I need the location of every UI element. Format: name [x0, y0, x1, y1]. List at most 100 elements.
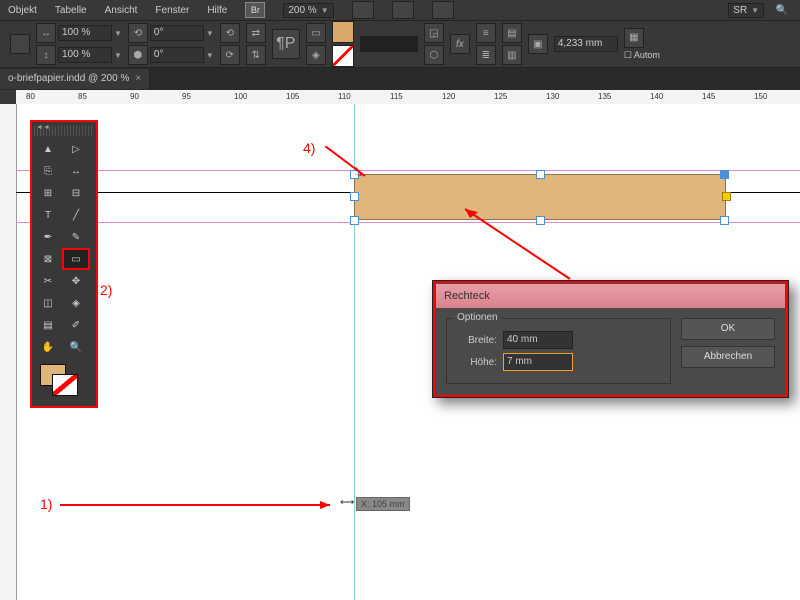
- content-collector-tool[interactable]: ⊞: [34, 182, 62, 204]
- ruler-tick: 120: [442, 92, 455, 101]
- selection-tool[interactable]: ▲: [34, 138, 62, 160]
- scale-x-icon: ↔: [36, 23, 56, 43]
- document-tabs: o-briefpapier.indd @ 200 % ×: [0, 68, 800, 90]
- scale-x-field[interactable]: 100 %: [58, 25, 112, 41]
- ruler-tick: 95: [182, 92, 191, 101]
- stroke-weight-field[interactable]: [360, 36, 418, 52]
- screen-mode-icon[interactable]: [392, 1, 414, 19]
- menu-hilfe[interactable]: Hilfe: [207, 5, 227, 16]
- paragraph-icon[interactable]: ¶P: [272, 29, 300, 59]
- options-group: Optionen Breite: 40 mm Höhe: 7 mm: [446, 318, 671, 384]
- flip-h-icon[interactable]: ⇄: [246, 23, 266, 43]
- menu-fenster[interactable]: Fenster: [155, 5, 189, 16]
- bridge-icon[interactable]: Br: [245, 2, 265, 18]
- ruler-tick: 125: [494, 92, 507, 101]
- ok-button[interactable]: OK: [681, 318, 775, 340]
- close-tab-icon[interactable]: ×: [135, 69, 141, 89]
- stroke-swatch[interactable]: [332, 45, 354, 67]
- gradient-feather-tool[interactable]: ◈: [62, 292, 90, 314]
- type-tool[interactable]: T: [34, 204, 62, 226]
- fill-swatch[interactable]: [332, 21, 354, 43]
- rotate-field[interactable]: 0°: [150, 25, 204, 41]
- text-wrap-2-icon[interactable]: ≣: [476, 45, 496, 65]
- free-transform-tool[interactable]: ✥: [62, 270, 90, 292]
- rotate-cw-icon[interactable]: ⟳: [220, 45, 240, 65]
- menu-ansicht[interactable]: Ansicht: [105, 5, 138, 16]
- ruler-tick: 100: [234, 92, 247, 101]
- ruler-tick: 140: [650, 92, 663, 101]
- flip-v-icon[interactable]: ⇅: [246, 45, 266, 65]
- page-tool[interactable]: ⎘: [34, 160, 62, 182]
- annotation-2: 2): [100, 282, 112, 298]
- search-icon[interactable]: 🔍: [772, 2, 792, 18]
- pencil-tool[interactable]: ✎: [62, 226, 90, 248]
- ruler-tick: 145: [702, 92, 715, 101]
- selection-handle[interactable]: [720, 216, 729, 225]
- text-wrap-1-icon[interactable]: ≡: [476, 23, 496, 43]
- note-tool[interactable]: ▤: [34, 314, 62, 336]
- rotate-ccw-icon[interactable]: ⟲: [220, 23, 240, 43]
- arrow-icon: [460, 204, 580, 284]
- line-tool[interactable]: ╱: [62, 204, 90, 226]
- opts-1-icon[interactable]: ▦: [624, 28, 644, 48]
- ruler-tick: 130: [546, 92, 559, 101]
- annotation-4: 4): [303, 140, 315, 156]
- vertical-ruler[interactable]: [0, 104, 17, 600]
- selection-handle[interactable]: [720, 170, 729, 179]
- ruler-tick: 110: [338, 92, 351, 101]
- selection-handle[interactable]: [350, 192, 359, 201]
- hand-tool[interactable]: ✋: [34, 336, 62, 358]
- content-placer-tool[interactable]: ⊟: [62, 182, 90, 204]
- align-1-icon[interactable]: ▤: [502, 23, 522, 43]
- fx-icon[interactable]: fx: [450, 34, 470, 54]
- workspace-select[interactable]: SR▼: [728, 3, 764, 18]
- view-options-icon[interactable]: [352, 1, 374, 19]
- gap-tool[interactable]: ↔: [62, 160, 90, 182]
- arrow-icon: [325, 146, 375, 186]
- guide-horizontal[interactable]: [16, 222, 800, 223]
- cancel-button[interactable]: Abbrechen: [681, 346, 775, 368]
- rectangle-tool[interactable]: ▭: [62, 248, 90, 270]
- pen-tool[interactable]: ✒: [34, 226, 62, 248]
- selection-handle[interactable]: [350, 216, 359, 225]
- shear-field[interactable]: 0°: [150, 47, 204, 63]
- autom-label[interactable]: ☐ Autom: [624, 50, 660, 61]
- tools-panel[interactable]: ▲▷ ⎘↔ ⊞⊟ T╱ ✒✎ ⊠▭ ✂✥ ◫◈ ▤✐ ✋🔍: [30, 120, 98, 408]
- menu-objekt[interactable]: Objekt: [8, 5, 37, 16]
- tab-title: o-briefpapier.indd @ 200 %: [8, 69, 129, 89]
- direct-selection-tool[interactable]: ▷: [62, 138, 90, 160]
- panel-grip[interactable]: [34, 126, 94, 136]
- color-swatches[interactable]: [34, 362, 94, 402]
- eyedropper-tool[interactable]: ✐: [62, 314, 90, 336]
- control-panel: ↔100 %▼ ↕100 %▼ ⟲0°▼ ⬢0°▼ ⟲ ⟳ ⇄ ⇅ ¶P ▭ ◈…: [0, 20, 800, 68]
- align-2-icon[interactable]: ▥: [502, 45, 522, 65]
- gradient-swatch-tool[interactable]: ◫: [34, 292, 62, 314]
- frame-fit-icon[interactable]: ▣: [528, 34, 548, 54]
- ref-point-icon[interactable]: [10, 34, 30, 54]
- menu-tabelle[interactable]: Tabelle: [55, 5, 87, 16]
- zoom-select[interactable]: 200 %▼: [283, 3, 333, 18]
- dialog-title[interactable]: Rechteck: [436, 284, 785, 308]
- width-input[interactable]: 40 mm: [503, 331, 573, 349]
- height-input[interactable]: 7 mm: [503, 353, 573, 371]
- guide-horizontal[interactable]: [16, 170, 800, 171]
- document-tab[interactable]: o-briefpapier.indd @ 200 % ×: [0, 69, 150, 89]
- coordinate-tooltip: X: 105 mm: [356, 497, 410, 511]
- selection-handle[interactable]: [536, 170, 545, 179]
- scale-y-field[interactable]: 100 %: [58, 47, 112, 63]
- scale-y-icon: ↕: [36, 45, 56, 65]
- scissors-tool[interactable]: ✂: [34, 270, 62, 292]
- select-container-icon[interactable]: ▭: [306, 23, 326, 43]
- menu-bar: Objekt Tabelle Ansicht Fenster Hilfe Br …: [0, 0, 800, 20]
- stroke-color-swatch[interactable]: [52, 374, 78, 396]
- corner-icon[interactable]: ◲: [424, 23, 444, 43]
- zoom-tool[interactable]: 🔍: [62, 336, 90, 358]
- arrange-icon[interactable]: [432, 1, 454, 19]
- ruler-tick: 85: [78, 92, 87, 101]
- ruler-tick: 105: [286, 92, 299, 101]
- selection-handle[interactable]: [722, 192, 731, 201]
- measurement-field[interactable]: 4,233 mm: [554, 36, 618, 52]
- rectangle-frame-tool[interactable]: ⊠: [34, 248, 62, 270]
- select-content-icon[interactable]: ◈: [306, 45, 326, 65]
- pathfinder-icon[interactable]: ⬡: [424, 45, 444, 65]
